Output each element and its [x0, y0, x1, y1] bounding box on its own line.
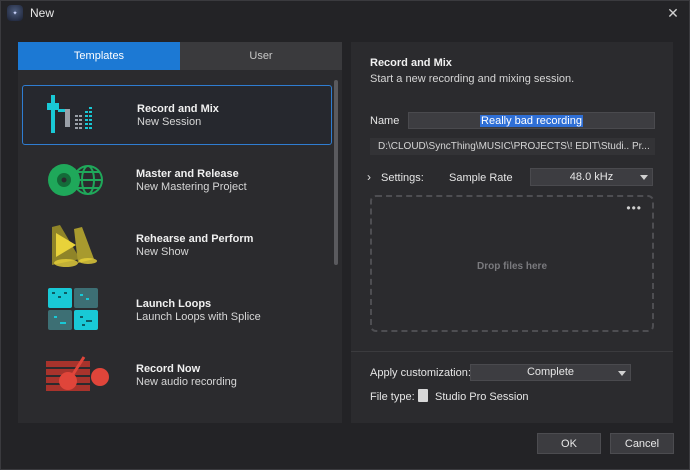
apply-customization-select[interactable]: Complete: [470, 364, 631, 381]
tab-templates[interactable]: Templates: [18, 42, 180, 70]
app-logo-icon: ✦: [7, 5, 23, 21]
sample-rate-label: Sample Rate: [449, 172, 513, 184]
template-item-rehearse-and-perform[interactable]: Rehearse and Perform New Show: [22, 215, 332, 275]
template-subtitle: New Session: [137, 115, 202, 128]
template-subtitle: New audio recording: [136, 375, 237, 388]
sample-rate-select[interactable]: 48.0 kHz: [530, 168, 653, 186]
document-icon: [418, 389, 428, 402]
template-item-record-and-mix[interactable]: Record and Mix New Session: [22, 85, 332, 145]
template-subtitle: New Mastering Project: [136, 180, 247, 193]
stage-spotlight-icon: [44, 219, 116, 271]
chevron-right-icon[interactable]: ›: [367, 170, 371, 184]
template-item-master-and-release[interactable]: Master and Release New Mastering Project: [22, 150, 332, 210]
name-label: Name: [370, 115, 400, 127]
details-description: Start a new recording and mixing session…: [370, 73, 575, 85]
template-panel: Templates User Record and Mix New Sessio…: [18, 42, 342, 423]
template-title: Launch Loops: [136, 297, 212, 310]
new-dialog: ✦ New ✕ Templates User Record and Mix Ne…: [0, 0, 690, 470]
settings-toggle[interactable]: Settings:: [381, 172, 424, 184]
chevron-down-icon: [618, 371, 626, 376]
scrollbar[interactable]: [334, 80, 338, 265]
mixer-fader-icon: [45, 89, 117, 141]
apply-customization-value: Complete: [526, 366, 575, 378]
name-input[interactable]: Really bad recording: [408, 112, 655, 129]
apply-customization-label: Apply customization:: [370, 367, 471, 379]
template-title: Rehearse and Perform: [136, 232, 254, 245]
disc-globe-icon: [44, 154, 116, 206]
location-path-field[interactable]: D:\CLOUD\SyncThing\MUSIC\PROJECTS\! EDIT…: [370, 138, 655, 155]
template-list: Record and Mix New Session Master and Re…: [18, 80, 342, 423]
divider: [351, 351, 673, 352]
template-title: Record and Mix: [137, 102, 219, 115]
ok-button[interactable]: OK: [537, 433, 601, 454]
drop-zone-text: Drop files here: [476, 261, 548, 272]
template-title: Record Now: [136, 362, 201, 375]
file-drop-zone[interactable]: ••• Drop files here: [370, 195, 654, 332]
sample-rate-value: 48.0 kHz: [569, 171, 614, 183]
chevron-down-icon: [640, 175, 648, 180]
file-type-value: Studio Pro Session: [435, 391, 529, 403]
cancel-button[interactable]: Cancel: [610, 433, 674, 454]
tab-bar: Templates User: [18, 42, 342, 70]
template-item-launch-loops[interactable]: Launch Loops Launch Loops with Splice: [22, 280, 332, 340]
more-options-icon[interactable]: •••: [626, 201, 642, 215]
loop-pads-icon: [44, 284, 116, 336]
close-icon[interactable]: ✕: [665, 5, 681, 21]
template-item-record-now[interactable]: Record Now New audio recording: [22, 345, 332, 405]
tab-user[interactable]: User: [180, 42, 342, 70]
name-input-value: Really bad recording: [480, 114, 583, 127]
details-panel: Record and Mix Start a new recording and…: [351, 42, 673, 423]
template-subtitle: Launch Loops with Splice: [136, 310, 261, 323]
file-type-label: File type:: [370, 391, 415, 403]
guitar-record-icon: [44, 349, 116, 401]
template-subtitle: New Show: [136, 245, 189, 258]
details-title: Record and Mix: [370, 57, 452, 69]
window-title: New: [30, 6, 55, 20]
title-bar: ✦ New ✕: [1, 1, 689, 25]
template-title: Master and Release: [136, 167, 239, 180]
